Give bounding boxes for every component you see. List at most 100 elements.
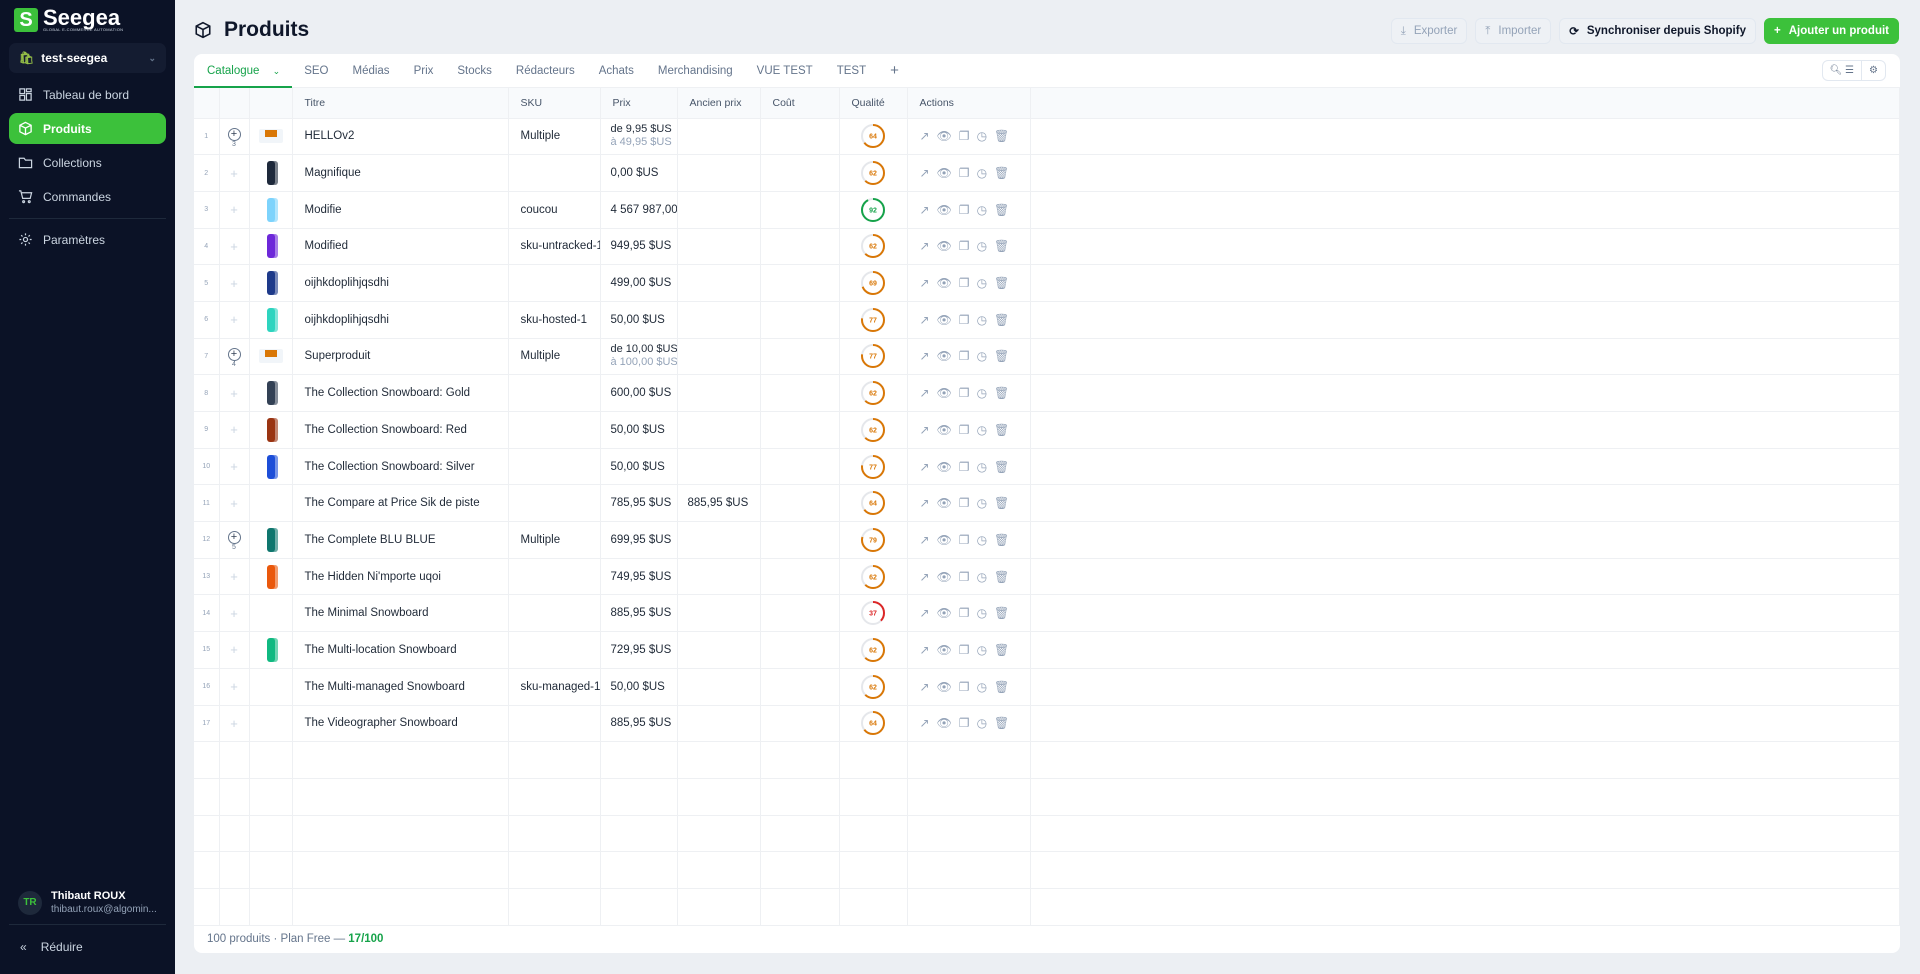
expand-cell[interactable]: + bbox=[219, 558, 250, 596]
plus-icon[interactable]: + bbox=[230, 276, 238, 291]
expand-cell[interactable]: + bbox=[219, 705, 250, 743]
external-link-icon[interactable]: ↗ bbox=[920, 129, 930, 143]
duplicate-icon[interactable]: ❐ bbox=[959, 680, 970, 694]
column-header[interactable]: Qualité bbox=[839, 88, 908, 119]
quality-score-ring[interactable]: 62 bbox=[860, 564, 886, 590]
sku-cell[interactable] bbox=[508, 154, 601, 192]
sku-cell[interactable] bbox=[508, 594, 601, 633]
search-filter-button[interactable]: 🔍︎ ☰ bbox=[1823, 61, 1861, 80]
plus-icon[interactable]: + bbox=[230, 312, 238, 327]
cost-cell[interactable] bbox=[760, 264, 840, 302]
duplicate-icon[interactable]: ❐ bbox=[959, 239, 970, 253]
column-header[interactable]: Actions bbox=[907, 88, 1031, 119]
duplicate-icon[interactable]: ❐ bbox=[959, 129, 970, 143]
old-price-cell[interactable] bbox=[677, 594, 761, 633]
old-price-cell[interactable] bbox=[677, 558, 761, 596]
quality-score-ring[interactable]: 62 bbox=[860, 160, 886, 186]
column-settings-button[interactable]: ⚙︎ bbox=[1861, 61, 1885, 80]
plus-icon[interactable]: + bbox=[230, 716, 238, 731]
table-row[interactable]: 10 + The Collection Snowboard: Silver 50,00… bbox=[194, 448, 1900, 486]
plus-icon[interactable]: + bbox=[230, 496, 238, 511]
quality-score-ring[interactable]: 62 bbox=[860, 380, 886, 406]
history-icon[interactable]: ◷ bbox=[977, 496, 987, 510]
tab-vue-test[interactable]: VUE TEST bbox=[745, 54, 825, 88]
quality-score-ring[interactable]: 92 bbox=[860, 197, 886, 223]
duplicate-icon[interactable]: ❐ bbox=[959, 166, 970, 180]
trash-icon[interactable]: 🗑︎ bbox=[994, 313, 1009, 327]
sku-cell[interactable] bbox=[508, 448, 601, 486]
history-icon[interactable]: ◷ bbox=[977, 680, 987, 694]
old-price-cell[interactable] bbox=[677, 118, 761, 156]
eye-icon[interactable]: 👁︎ bbox=[937, 496, 952, 510]
title-cell[interactable]: The Minimal Snowboard bbox=[292, 594, 509, 633]
column-header[interactable]: SKU bbox=[508, 88, 601, 119]
expand-cell[interactable]: + bbox=[219, 374, 250, 412]
duplicate-icon[interactable]: ❐ bbox=[959, 313, 970, 327]
expand-cell[interactable]: +5 bbox=[219, 521, 250, 559]
history-icon[interactable]: ◷ bbox=[977, 129, 987, 143]
trash-icon[interactable]: 🗑︎ bbox=[994, 533, 1009, 547]
history-icon[interactable]: ◷ bbox=[977, 313, 987, 327]
table-row[interactable]: 15 + The Multi-location Snowboard 729,95 $U… bbox=[194, 631, 1900, 669]
title-cell[interactable]: Magnifique bbox=[292, 154, 509, 192]
export-button[interactable]: ⤓ Exporter bbox=[1390, 18, 1468, 44]
table-row[interactable]: 3 + Modifie coucou 4 567 987,00 92 ↗ 👁︎ ❐ ◷ 🗑︎ bbox=[194, 191, 1900, 229]
table-row[interactable]: 5 + oijhkdoplihjqsdhi 499,00 $US 69 ↗ 👁︎ ❐ ◷ 🗑︎ bbox=[194, 264, 1900, 302]
price-cell[interactable]: 50,00 $US bbox=[600, 411, 678, 449]
eye-icon[interactable]: 👁︎ bbox=[937, 166, 952, 180]
plus-icon[interactable]: + bbox=[230, 679, 238, 694]
history-icon[interactable]: ◷ bbox=[977, 423, 987, 437]
plus-icon[interactable]: + bbox=[230, 386, 238, 401]
eye-icon[interactable]: 👁︎ bbox=[937, 606, 952, 620]
old-price-cell[interactable] bbox=[677, 228, 761, 266]
external-link-icon[interactable]: ↗ bbox=[920, 680, 930, 694]
tab-achats[interactable]: Achats bbox=[587, 54, 646, 88]
cost-cell[interactable] bbox=[760, 558, 840, 596]
table-row[interactable]: 2 + Magnifique 0,00 $US 62 ↗ 👁︎ ❐ ◷ 🗑︎ bbox=[194, 154, 1900, 192]
title-cell[interactable]: The Collection Snowboard: Gold bbox=[292, 374, 509, 412]
eye-icon[interactable]: 👁︎ bbox=[937, 423, 952, 437]
cost-cell[interactable] bbox=[760, 191, 840, 229]
sku-cell[interactable]: sku-untracked-1 bbox=[508, 228, 601, 266]
eye-icon[interactable]: 👁︎ bbox=[937, 533, 952, 547]
duplicate-icon[interactable]: ❐ bbox=[959, 496, 970, 510]
expand-cell[interactable]: + bbox=[219, 264, 250, 302]
trash-icon[interactable]: 🗑︎ bbox=[994, 203, 1009, 217]
old-price-cell[interactable] bbox=[677, 448, 761, 486]
history-icon[interactable]: ◷ bbox=[977, 716, 987, 730]
external-link-icon[interactable]: ↗ bbox=[920, 166, 930, 180]
eye-icon[interactable]: 👁︎ bbox=[937, 680, 952, 694]
price-cell[interactable]: 4 567 987,00 bbox=[600, 191, 678, 229]
table-row[interactable]: 7 +4 Superproduit Multiple de 10,00 $US à 100… bbox=[194, 338, 1900, 376]
duplicate-icon[interactable]: ❐ bbox=[959, 386, 970, 400]
sku-cell[interactable] bbox=[508, 374, 601, 412]
eye-icon[interactable]: 👁︎ bbox=[937, 239, 952, 253]
plus-icon[interactable]: + bbox=[230, 422, 238, 437]
external-link-icon[interactable]: ↗ bbox=[920, 570, 930, 584]
price-cell[interactable]: de 9,95 $US à 49,95 $US bbox=[600, 118, 678, 156]
sku-cell[interactable]: Multiple bbox=[508, 338, 601, 376]
column-header[interactable]: Ancien prix bbox=[677, 88, 761, 119]
collapse-sidebar-button[interactable]: « Réduire bbox=[20, 940, 83, 954]
title-cell[interactable]: The Videographer Snowboard bbox=[292, 705, 509, 743]
table-row[interactable]: 13 + The Hidden Ni'mporte uqoi 749,95 $US 62… bbox=[194, 558, 1900, 596]
trash-icon[interactable]: 🗑︎ bbox=[994, 129, 1009, 143]
external-link-icon[interactable]: ↗ bbox=[920, 643, 930, 657]
trash-icon[interactable]: 🗑︎ bbox=[994, 386, 1009, 400]
old-price-cell[interactable] bbox=[677, 301, 761, 339]
history-icon[interactable]: ◷ bbox=[977, 239, 987, 253]
column-header[interactable]: Prix bbox=[600, 88, 678, 119]
expand-cell[interactable]: + bbox=[219, 154, 250, 192]
table-row[interactable]: 8 + The Collection Snowboard: Gold 600,00 $… bbox=[194, 374, 1900, 412]
sidebar-item-dashboard[interactable]: Tableau de bord bbox=[9, 79, 166, 110]
plus-icon[interactable]: + bbox=[230, 202, 238, 217]
external-link-icon[interactable]: ↗ bbox=[920, 716, 930, 730]
expand-cell[interactable]: + bbox=[219, 631, 250, 669]
sku-cell[interactable]: sku-hosted-1 bbox=[508, 301, 601, 339]
external-link-icon[interactable]: ↗ bbox=[920, 496, 930, 510]
add-product-button[interactable]: + Ajouter un produit bbox=[1763, 18, 1899, 44]
expand-cell[interactable]: + bbox=[219, 668, 250, 706]
table-row[interactable]: 11 + The Compare at Price Sik de piste 785,… bbox=[194, 484, 1900, 523]
cost-cell[interactable] bbox=[760, 154, 840, 192]
duplicate-icon[interactable]: ❐ bbox=[959, 716, 970, 730]
